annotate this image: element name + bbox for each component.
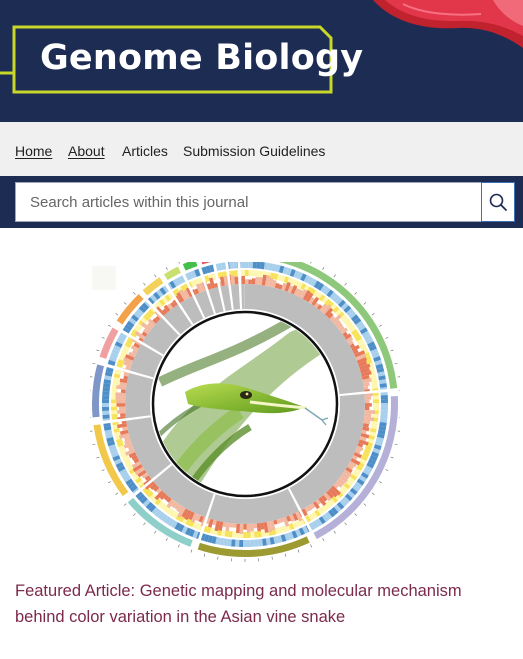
search-input[interactable] (15, 182, 481, 222)
nav-home[interactable]: Home (15, 143, 52, 159)
journal-title-link[interactable]: Genome Biology (40, 38, 363, 78)
circos-plot-image (87, 246, 403, 562)
masthead: Genome Biology (0, 0, 523, 122)
search-icon (489, 193, 507, 211)
nav-articles[interactable]: Articles (122, 143, 168, 159)
featured-image[interactable] (87, 246, 403, 567)
search-bar (0, 176, 523, 228)
featured-article-link[interactable]: Featured Article: Genetic mapping and mo… (15, 578, 510, 630)
main-nav: Home About Articles Submission Guideline… (0, 122, 523, 176)
nav-submission-guidelines[interactable]: Submission Guidelines (183, 143, 325, 159)
nav-about[interactable]: About (68, 143, 105, 159)
search-button[interactable] (481, 182, 515, 222)
snake-decoration-icon (373, 0, 523, 48)
